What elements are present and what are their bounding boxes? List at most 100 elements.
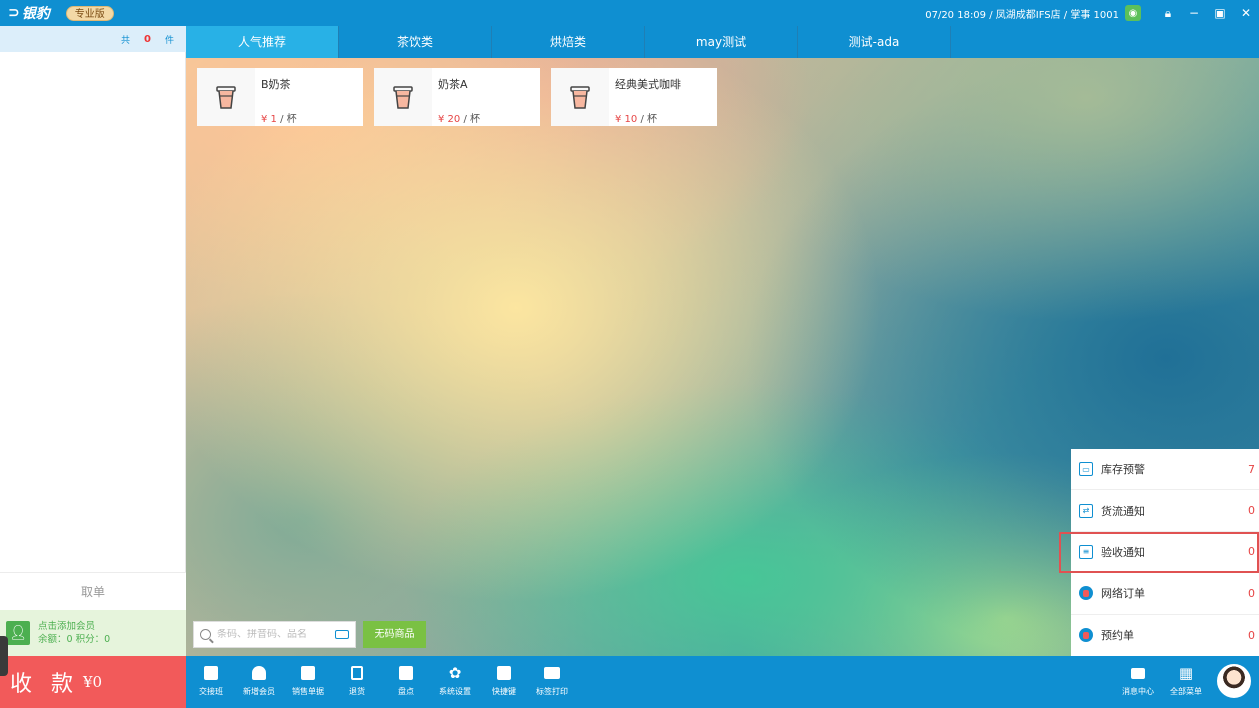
sales-receipt-button[interactable]: 销售单据 <box>283 664 333 697</box>
close-icon[interactable]: ✕ <box>1233 6 1259 20</box>
notification-label: 网络订单 <box>1101 587 1145 601</box>
add-member-tool-button[interactable]: 新增会员 <box>234 664 284 697</box>
tool-label: 销售单据 <box>292 687 324 696</box>
cart-count: 0 <box>144 33 151 45</box>
all-menu-button[interactable]: ▦ 全部菜单 <box>1161 664 1211 697</box>
cart-list <box>0 52 186 572</box>
tab-popular[interactable]: 人气推荐 <box>186 26 339 58</box>
tool-label: 交接班 <box>199 687 223 696</box>
settings-icon: ✿ <box>448 664 462 682</box>
sales-receipt-icon <box>283 664 333 682</box>
member-icon: 👤︎ <box>6 621 30 645</box>
notification-transfer[interactable]: ⇄ 货流通知 0 <box>1071 490 1259 532</box>
return-icon <box>332 664 382 682</box>
shortcut-button[interactable]: 快捷键 <box>479 664 529 697</box>
notification-label: 库存预警 <box>1101 463 1145 477</box>
drag-handle[interactable] <box>0 636 8 676</box>
product-name: 经典美式咖啡 <box>615 78 681 91</box>
receipt-icon: ≡ <box>1079 544 1093 559</box>
notification-receipt[interactable]: ≡ 验收通知 0 <box>1059 531 1259 574</box>
menu-grid-icon: ▦ <box>1178 664 1194 682</box>
stocktake-icon <box>381 664 431 682</box>
tool-label: 全部菜单 <box>1170 687 1202 696</box>
tool-label: 新增会员 <box>243 687 275 696</box>
wifi-icon: ◉ <box>1125 5 1141 21</box>
tool-label: 标签打印 <box>536 687 568 696</box>
handover-icon <box>186 664 236 682</box>
edition-badge: 专业版 <box>65 5 114 21</box>
restore-icon[interactable]: ▣ <box>1207 6 1233 20</box>
notification-count: 7 <box>1248 462 1255 476</box>
label-print-button[interactable]: 标签打印 <box>527 664 577 697</box>
notification-label: 货流通知 <box>1101 504 1145 518</box>
search-box <box>193 621 356 648</box>
tool-label: 系统设置 <box>439 687 471 696</box>
notification-count: 0 <box>1248 545 1255 559</box>
notification-inventory[interactable]: ▭ 库存预警 7 <box>1071 449 1259 491</box>
lock-icon[interactable]: 🔒︎ <box>1155 6 1181 21</box>
minimize-icon[interactable]: − <box>1181 6 1207 20</box>
checkout-button[interactable]: 收 款 ¥0 <box>0 656 186 708</box>
notification-label: 预约单 <box>1101 629 1134 643</box>
notification-panel: ▭ 库存预警 7 ⇄ 货流通知 0 ≡ 验收通知 0 网络订单 0 预约单 0 <box>1059 449 1259 656</box>
tab-may-test[interactable]: may测试 <box>645 26 798 58</box>
category-tabs: 人气推荐 茶饮类 烘焙类 may测试 测试-ada <box>186 26 1259 58</box>
tab-tea[interactable]: 茶饮类 <box>339 26 492 58</box>
handover-button[interactable]: 交接班 <box>186 664 236 697</box>
stocktake-button[interactable]: 盘点 <box>381 664 431 697</box>
add-member-icon <box>234 664 284 682</box>
return-button[interactable]: 退货 <box>332 664 382 697</box>
product-unit: / 杯 <box>637 114 657 125</box>
search-input[interactable] <box>217 629 325 640</box>
product-unit: / 杯 <box>276 114 297 125</box>
product-card[interactable]: 经典美式咖啡 ¥ 10 / 杯 <box>551 68 717 126</box>
transfer-icon: ⇄ <box>1079 503 1093 518</box>
shortcut-icon <box>479 664 529 682</box>
logo-text: 银豹 <box>21 6 50 22</box>
notification-label: 验收通知 <box>1101 545 1145 559</box>
tool-label: 退货 <box>349 687 365 696</box>
no-code-product-button[interactable]: 无码商品 <box>363 621 426 648</box>
tab-bakery[interactable]: 烘焙类 <box>492 26 645 58</box>
product-area: B奶茶 ¥ 1 / 杯 奶茶A ¥ 20 / 杯 经典美式咖啡 ¥ 10 / 杯… <box>186 58 1259 656</box>
message-center-button[interactable]: 消息中心 <box>1113 664 1163 697</box>
bottom-toolbar: 交接班 新增会员 销售单据 退货 盘点 ✿ 系统设置 快捷键 标签打印 消息中心… <box>186 656 1259 708</box>
app-logo: ⊃ 银豹 <box>8 3 50 23</box>
notification-count: 0 <box>1248 504 1255 518</box>
notification-count: 0 <box>1248 628 1255 642</box>
tool-label: 消息中心 <box>1122 687 1154 696</box>
product-price: ¥ 10 <box>615 114 638 125</box>
settings-button[interactable]: ✿ 系统设置 <box>430 664 480 697</box>
print-icon <box>527 664 577 682</box>
customer-service-avatar[interactable] <box>1217 664 1251 698</box>
cup-icon <box>374 68 432 126</box>
tab-test-ada[interactable]: 测试-ada <box>798 26 951 58</box>
member-balance: 余额：0 积分：0 <box>38 634 111 645</box>
message-icon <box>1113 664 1163 682</box>
product-unit: / 杯 <box>460 114 480 125</box>
product-name: B奶茶 <box>261 78 291 91</box>
logo-icon: ⊃ <box>8 5 20 21</box>
notification-reservation[interactable]: 预约单 0 <box>1071 615 1259 656</box>
inventory-icon: ▭ <box>1079 462 1093 477</box>
reservation-icon <box>1079 628 1093 643</box>
product-card[interactable]: 奶茶A ¥ 20 / 杯 <box>374 68 540 126</box>
product-price: ¥ 20 <box>438 114 461 125</box>
cup-icon <box>197 68 255 126</box>
notification-online-order[interactable]: 网络订单 0 <box>1071 573 1259 615</box>
product-name: 奶茶A <box>438 78 468 91</box>
checkout-amount: ¥0 <box>83 673 103 691</box>
search-icon <box>200 629 211 640</box>
notification-count: 0 <box>1248 586 1255 600</box>
take-order-button[interactable]: 取单 <box>0 572 186 610</box>
cart-summary: 共 0 件 <box>0 26 186 52</box>
checkout-label: 收 款 <box>10 672 79 697</box>
title-bar: ⊃ 银豹 专业版 07/20 18:09 / 凤湖成都IFS店 / 掌事 100… <box>0 0 1259 26</box>
tool-label: 快捷键 <box>492 687 516 696</box>
product-card[interactable]: B奶茶 ¥ 1 / 杯 <box>197 68 363 126</box>
cup-icon <box>551 68 609 126</box>
product-price: ¥ 1 <box>261 114 277 125</box>
add-member-button[interactable]: 👤︎ 点击添加会员 余额：0 积分：0 <box>0 610 186 656</box>
member-add-label: 点击添加会员 <box>38 621 96 632</box>
keyboard-icon[interactable] <box>335 630 349 639</box>
